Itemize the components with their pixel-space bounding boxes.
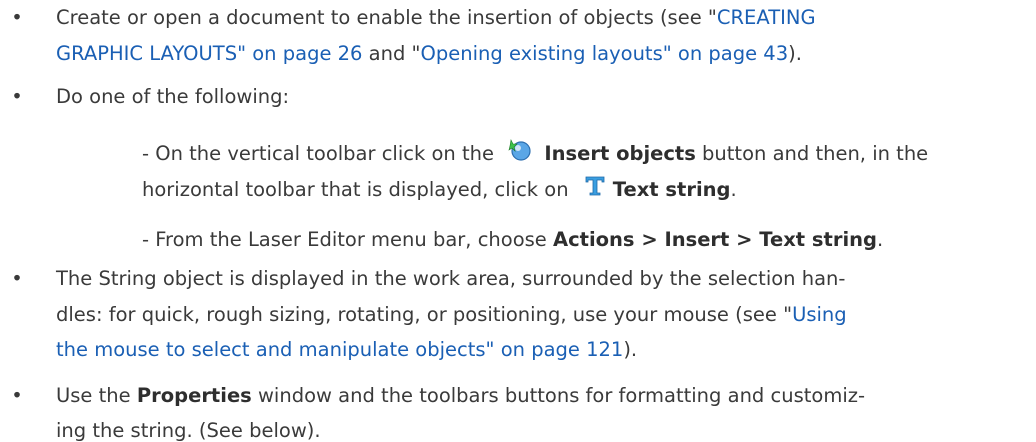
line: the mouse to select and manipulate objec… <box>56 338 637 361</box>
sub-item-toolbar-line1: - On the vertical toolbar click on the I… <box>142 138 929 169</box>
document-page: • Create or open a document to enable th… <box>0 0 1036 442</box>
line: Use the Properties window and the toolba… <box>56 384 865 407</box>
text-segment: ). <box>623 338 638 361</box>
line: The String object is displayed in the wo… <box>56 267 845 290</box>
cross-reference-link[interactable]: Using <box>792 303 847 326</box>
cross-reference-link[interactable]: CREATING <box>717 6 816 29</box>
bullet-marker: • <box>11 85 23 108</box>
cross-reference-link[interactable]: GRAPHIC LAYOUTS" on page 26 <box>56 42 362 65</box>
sub-bold: Actions > Insert > Text string <box>553 228 877 251</box>
sub-text: - From the Laser Editor menu bar, choose <box>142 228 547 251</box>
text-segment: window and the toolbars buttons for form… <box>251 384 866 407</box>
sub-bold: Text string <box>612 178 731 201</box>
sub-item-toolbar-line2: horizontal toolbar that is displayed, cl… <box>142 176 737 205</box>
sub-text: - On the vertical toolbar click on the <box>142 142 494 165</box>
bullet-marker: • <box>11 6 23 29</box>
line: ing the string. (See below). <box>56 419 321 442</box>
text-segment: The String object is displayed in the wo… <box>56 267 846 290</box>
text-segment: dles: for quick, rough sizing, rotating,… <box>56 303 793 326</box>
sub-bold: Insert objects <box>544 142 696 165</box>
cross-reference-link[interactable]: Opening existing layouts" on page 43 <box>421 42 789 65</box>
text-segment: ). <box>788 42 802 65</box>
line: GRAPHIC LAYOUTS" on page 26 and "Opening… <box>56 42 802 65</box>
text-segment: and " <box>362 42 421 65</box>
text-segment: Create or open a document to enable the … <box>56 6 717 29</box>
line: Create or open a document to enable the … <box>56 6 816 29</box>
line: Do one of the following: <box>56 85 289 108</box>
text-segment: ing the string. (See below). <box>56 419 321 442</box>
sub-item-menubar: - From the Laser Editor menu bar, choose… <box>142 228 883 251</box>
sub-text: button and then, in the <box>702 142 929 165</box>
text-string-icon <box>583 174 607 203</box>
bullet-marker: • <box>11 267 23 290</box>
insert-objects-icon <box>508 138 532 167</box>
sub-text: horizontal toolbar that is displayed, cl… <box>142 178 569 201</box>
text-segment: Do one of the following: <box>56 85 290 108</box>
bold-term: Properties <box>136 384 252 407</box>
line: dles: for quick, rough sizing, rotating,… <box>56 303 847 326</box>
text-segment: Use the <box>56 384 137 407</box>
cross-reference-link[interactable]: the mouse to select and manipulate objec… <box>56 338 623 361</box>
sub-text: . <box>876 228 884 251</box>
sub-text: . <box>730 178 737 201</box>
bullet-marker: • <box>11 384 23 407</box>
